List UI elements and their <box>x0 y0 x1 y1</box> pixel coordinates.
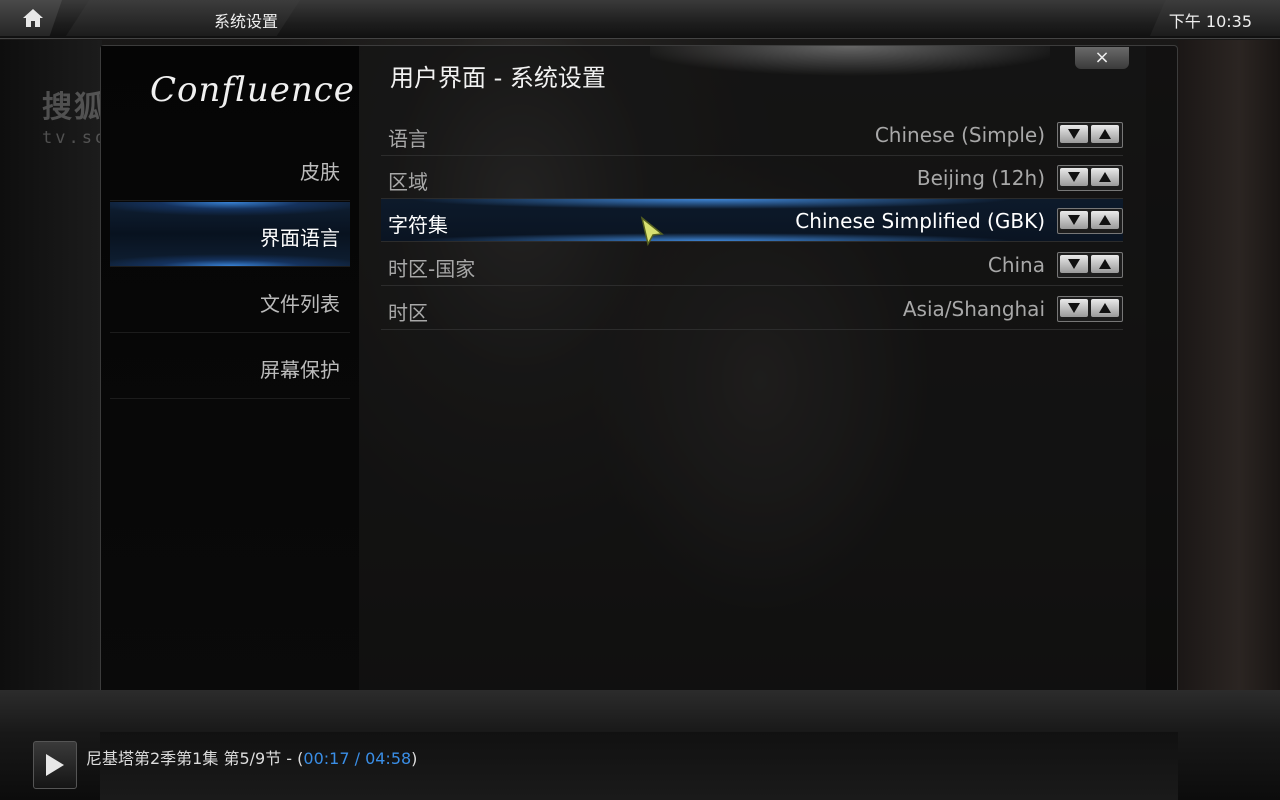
spin-down-button[interactable] <box>1060 168 1088 186</box>
now-playing-title: 尼基塔第2季第1集 第5/9节 - ( <box>86 749 304 768</box>
arrow-up-icon <box>1099 303 1111 313</box>
clock: 下午 10:35 <box>1150 0 1280 36</box>
background-right <box>1178 40 1280 690</box>
spin-up-button[interactable] <box>1091 299 1119 317</box>
play-button[interactable] <box>33 741 77 789</box>
setting-row-timezone[interactable]: 时区 Asia/Shanghai <box>381 287 1123 330</box>
arrow-up-icon <box>1099 259 1111 269</box>
logo: Confluence <box>150 70 355 110</box>
spin-up-button[interactable] <box>1091 211 1119 229</box>
spin-down-button[interactable] <box>1060 299 1088 317</box>
close-icon: × <box>1094 47 1110 68</box>
spin-control <box>1057 165 1123 191</box>
sidebar-item-label: 屏幕保护 <box>260 358 340 382</box>
arrow-up-icon <box>1099 129 1111 139</box>
sidebar-item-label: 皮肤 <box>300 160 340 184</box>
spin-down-button[interactable] <box>1060 211 1088 229</box>
arrow-down-icon <box>1068 215 1080 225</box>
arrow-down-icon <box>1068 129 1080 139</box>
title-glow <box>650 46 1050 86</box>
sidebar-item-language[interactable]: 界面语言 <box>110 202 350 267</box>
setting-label: 区域 <box>388 170 428 194</box>
setting-value: Chinese Simplified (GBK) <box>795 209 1045 233</box>
sidebar-item-label: 界面语言 <box>260 226 340 250</box>
arrow-down-icon <box>1068 172 1080 182</box>
spin-control <box>1057 122 1123 148</box>
spin-control <box>1057 208 1123 234</box>
sidebar-item-skin[interactable]: 皮肤 <box>110 136 350 201</box>
setting-row-region[interactable]: 区域 Beijing (12h) <box>381 156 1123 199</box>
setting-label: 字符集 <box>388 213 448 237</box>
setting-row-language[interactable]: 语言 Chinese (Simple) <box>381 113 1123 156</box>
arrow-up-icon <box>1099 215 1111 225</box>
arrow-down-icon <box>1068 303 1080 313</box>
home-icon <box>23 9 43 27</box>
setting-row-timezone-country[interactable]: 时区-国家 China <box>381 243 1123 286</box>
setting-label: 时区-国家 <box>388 257 476 281</box>
page-title: 用户界面 - 系统设置 <box>390 64 606 92</box>
setting-value: Asia/Shanghai <box>902 297 1045 321</box>
arrow-down-icon <box>1068 259 1080 269</box>
now-playing: 尼基塔第2季第1集 第5/9节 - (00:17 / 04:58) <box>86 745 417 769</box>
now-playing-suffix: ) <box>411 749 418 768</box>
spin-control <box>1057 296 1123 322</box>
arrow-up-icon <box>1099 172 1111 182</box>
setting-label: 语言 <box>388 127 428 151</box>
mouse-cursor-icon <box>640 216 664 246</box>
spin-control <box>1057 252 1123 278</box>
now-playing-time: 00:17 / 04:58 <box>303 749 412 768</box>
setting-value: China <box>987 253 1045 277</box>
play-icon <box>46 754 64 776</box>
clock-label: 下午 10:35 <box>1168 12 1252 31</box>
spin-down-button[interactable] <box>1060 125 1088 143</box>
setting-label: 时区 <box>388 301 428 325</box>
spin-up-button[interactable] <box>1091 125 1119 143</box>
close-button[interactable]: × <box>1075 47 1129 69</box>
setting-row-charset[interactable]: 字符集 Chinese Simplified (GBK) <box>381 199 1123 242</box>
breadcrumb: 系统设置 <box>66 0 300 36</box>
spin-up-button[interactable] <box>1091 168 1119 186</box>
setting-value: Chinese (Simple) <box>874 123 1045 147</box>
sidebar-item-file-list[interactable]: 文件列表 <box>110 268 350 333</box>
breadcrumb-label: 系统设置 <box>213 12 278 31</box>
spin-up-button[interactable] <box>1091 255 1119 273</box>
spin-down-button[interactable] <box>1060 255 1088 273</box>
setting-value: Beijing (12h) <box>916 166 1045 190</box>
sidebar-item-screensaver[interactable]: 屏幕保护 <box>110 334 350 399</box>
sidebar-item-label: 文件列表 <box>260 292 340 316</box>
